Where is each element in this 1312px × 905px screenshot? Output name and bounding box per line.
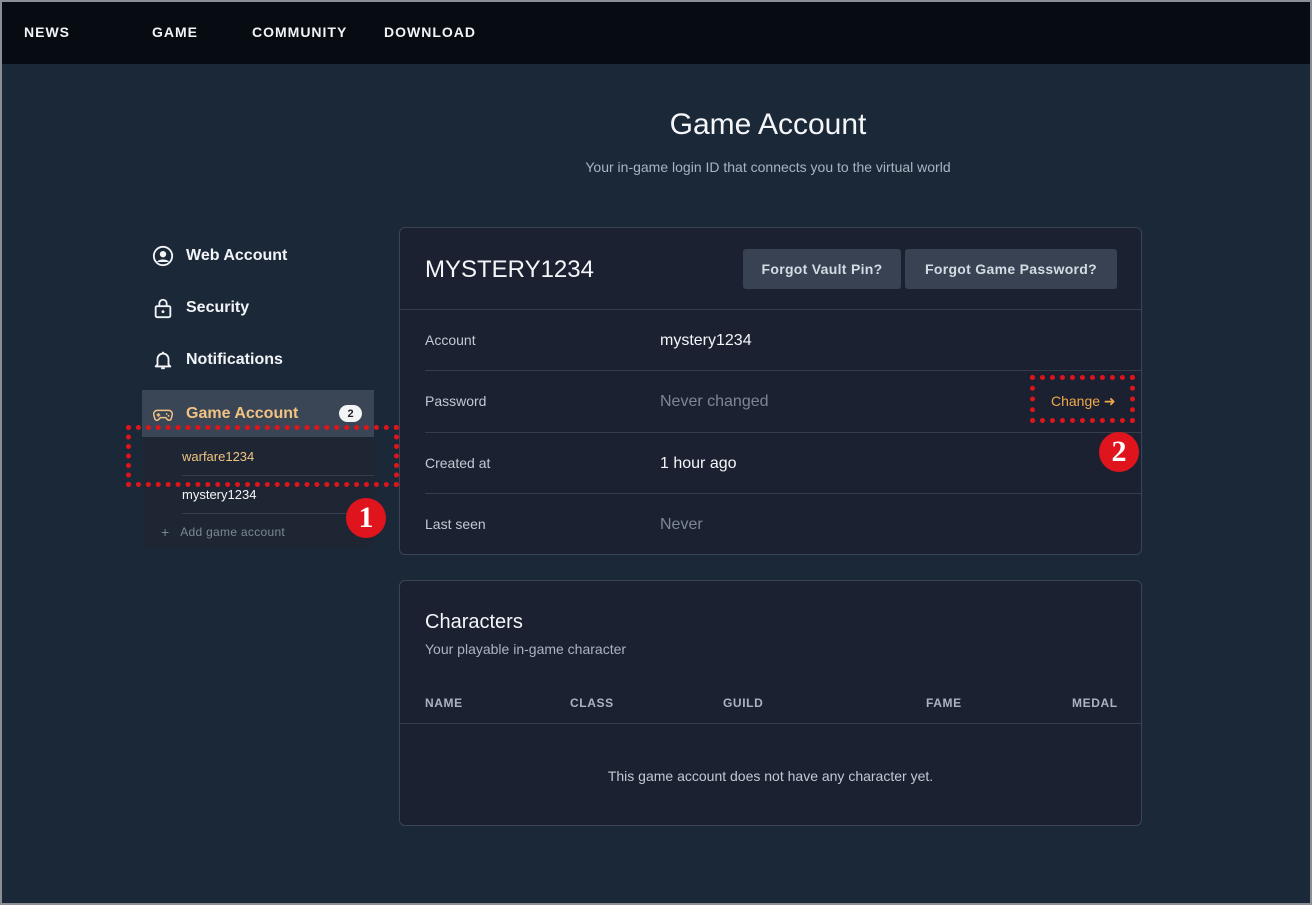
annotation-marker-1: 1 — [346, 498, 386, 538]
created-at-value: 1 hour ago — [660, 455, 737, 472]
password-label: Password — [425, 393, 487, 409]
empty-state-message: This game account does not have any char… — [607, 768, 934, 784]
last-seen-value: Never — [660, 516, 703, 533]
divider — [400, 723, 1141, 724]
sidebar-item-label: Web Account — [186, 247, 288, 264]
annotation-marker-2: 2 — [1099, 432, 1139, 472]
created-at-label: Created at — [425, 455, 491, 471]
bell-icon — [154, 351, 172, 370]
nav-news[interactable]: NEWS — [24, 24, 70, 40]
divider — [425, 493, 1141, 494]
column-header-fame: FAME — [926, 696, 962, 710]
nav-game[interactable]: GAME — [152, 24, 198, 40]
sidebar-item-label: Notifications — [186, 351, 283, 368]
sidebar-item-web-account[interactable]: Web Account — [152, 240, 287, 272]
game-account-item-mystery1234[interactable]: mystery1234 — [182, 487, 374, 502]
last-seen-label: Last seen — [425, 516, 486, 532]
add-game-account-label: Add game account — [180, 525, 286, 539]
divider — [425, 432, 1141, 433]
annotation-highlight-1 — [126, 425, 399, 487]
top-nav: NEWS GAME COMMUNITY DOWNLOAD — [2, 2, 1310, 64]
page-title: Game Account — [669, 108, 867, 141]
add-game-account-button[interactable]: + Add game account — [161, 524, 285, 540]
lock-icon — [154, 298, 172, 319]
column-header-guild: GUILD — [723, 696, 764, 710]
sidebar-item-security[interactable]: Security — [152, 292, 249, 324]
nav-community[interactable]: COMMUNITY — [252, 24, 347, 40]
password-value: Never changed — [660, 393, 769, 410]
divider — [400, 309, 1141, 310]
column-header-class: CLASS — [570, 696, 614, 710]
plus-icon: + — [161, 524, 170, 540]
characters-title: Characters — [425, 611, 523, 633]
sidebar-item-label: Security — [186, 299, 250, 316]
forgot-game-password-button[interactable]: Forgot Game Password? — [905, 249, 1117, 289]
user-circle-icon — [152, 245, 174, 267]
characters-subtitle: Your playable in-game character — [425, 641, 627, 657]
divider — [182, 513, 374, 514]
gamepad-icon — [153, 409, 173, 421]
column-header-name: NAME — [425, 696, 463, 710]
divider — [425, 370, 1141, 371]
column-header-medal: MEDAL — [1072, 696, 1118, 710]
characters-card: Characters Your playable in-game charact… — [399, 580, 1142, 826]
nav-download[interactable]: DOWNLOAD — [384, 24, 476, 40]
account-value: mystery1234 — [660, 332, 752, 349]
annotation-highlight-2 — [1030, 375, 1135, 423]
account-label: Account — [425, 332, 476, 348]
account-name-heading: MYSTERY1234 — [425, 256, 594, 283]
forgot-vault-pin-button[interactable]: Forgot Vault Pin? — [743, 249, 901, 289]
page-subtitle: Your in-game login ID that connects you … — [585, 159, 951, 175]
sidebar-item-label: Game Account — [186, 404, 299, 422]
count-badge: 2 — [339, 405, 362, 422]
sidebar-item-notifications[interactable]: Notifications — [152, 344, 283, 376]
